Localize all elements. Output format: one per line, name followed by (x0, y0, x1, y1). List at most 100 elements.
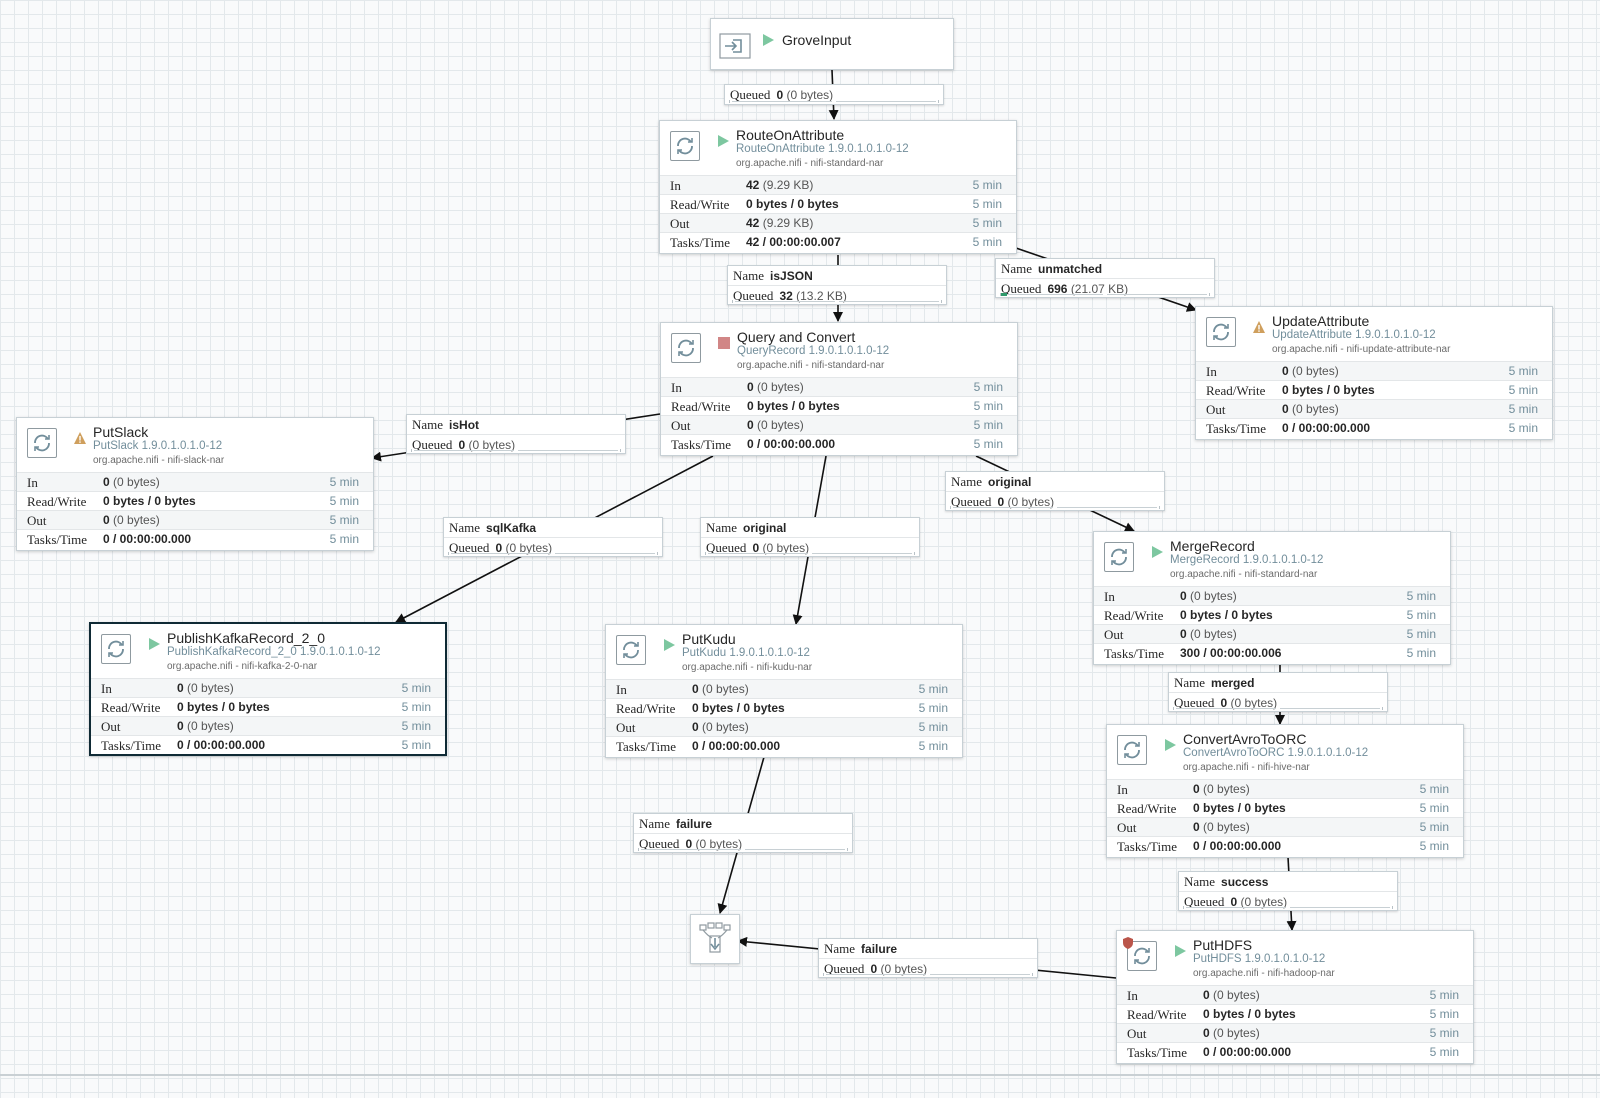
stat-label: In (616, 682, 627, 697)
connection-name-label: Name (733, 268, 765, 283)
processor-orc[interactable]: ConvertAvroToORC ConvertAvroToORC 1.9.0.1… (1106, 724, 1464, 858)
stat-row: In 0 (0 bytes) 5 min (17, 472, 373, 491)
connection-c-ishot[interactable]: Name isHot Queued 0 (0 bytes) (406, 414, 626, 454)
connection-name-label: Name (1184, 874, 1216, 889)
queue-bar-track (641, 849, 741, 850)
stat-value-size: (0 bytes) (1190, 589, 1237, 603)
processor-type: MergeRecord 1.9.0.1.0.1.0-12 (1170, 554, 1324, 566)
stat-window: 5 min (1406, 627, 1436, 641)
stat-value-main: 0 (177, 719, 184, 733)
processor-type: PutKudu 1.9.0.1.0.1.0-12 (682, 647, 810, 659)
flow-canvas[interactable]: GroveInput RouteOnAttribute RouteOnAttrib… (0, 0, 1600, 1098)
connection-c-unmatched[interactable]: Name unmatched Queued 696 (21.07 KB) (995, 258, 1215, 298)
stat-value-main: 300 / 00:00:00.006 (1180, 646, 1282, 660)
connection-c-original-mid[interactable]: Name original Queued 0 (0 bytes) (700, 517, 920, 557)
stat-row: In 0 (0 bytes) 5 min (1117, 985, 1473, 1004)
stat-value: 0 bytes / 0 bytes (103, 492, 196, 511)
processor-stats: In 0 (0 bytes) 5 min Read/Write 0 bytes / 0 … (1117, 985, 1473, 1061)
connection-c-isjson[interactable]: Name isJSON Queued 32 (13.2 KB) (727, 265, 947, 305)
stat-value: 0 bytes / 0 bytes (747, 397, 840, 416)
stat-value-main: 0 bytes / 0 bytes (1193, 801, 1286, 815)
processor-kafka[interactable]: PublishKafkaRecord_2_0 PublishKafkaRecord… (89, 622, 447, 756)
stat-value-main: 0 / 00:00:00.000 (1203, 1045, 1292, 1059)
stat-label: Tasks/Time (1104, 646, 1165, 661)
connection-name-row: Name unmatched (996, 259, 1214, 278)
stat-window: 5 min (1508, 364, 1538, 378)
queue-progress-bar (823, 973, 1033, 976)
stat-row: Read/Write 0 bytes / 0 bytes 5 min (1117, 1004, 1473, 1023)
queue-bar-track (1003, 294, 1103, 295)
stat-label: In (671, 380, 682, 395)
stat-label: Tasks/Time (670, 235, 731, 250)
processor-merge[interactable]: MergeRecord MergeRecord 1.9.0.1.0.1.0-12 o… (1093, 531, 1451, 665)
stat-value: 0 (0 bytes) (692, 680, 749, 699)
queue-bar-track (836, 101, 936, 102)
processor-name: PublishKafkaRecord_2_0 (167, 630, 325, 646)
running-icon (1165, 739, 1176, 751)
processor-gear-icon (108, 640, 124, 658)
processor-stats: In 42 (9.29 KB) 5 min Read/Write 0 bytes / 0… (660, 175, 1016, 251)
stat-label: Tasks/Time (1206, 421, 1267, 436)
connection-c-failure-hdfs[interactable]: Name failure Queued 0 (0 bytes) (818, 938, 1038, 978)
warning-icon (74, 432, 86, 444)
stat-label: Tasks/Time (671, 437, 732, 452)
processor-query[interactable]: Query and Convert QueryRecord 1.9.0.1.0.1… (660, 322, 1018, 456)
processor-header: MergeRecord MergeRecord 1.9.0.1.0.1.0-12 o… (1094, 532, 1450, 586)
stat-value-main: 0 / 00:00:00.000 (177, 738, 266, 752)
connection-name-row: Name sqlKafka (444, 518, 662, 537)
processor-slack[interactable]: PutSlack PutSlack 1.9.0.1.0.1.0-12 org.apa… (16, 417, 374, 551)
connection-name: original (988, 475, 1032, 489)
queue-bar-track (732, 101, 832, 102)
queue-bar-track (812, 553, 912, 554)
stat-label: Tasks/Time (616, 739, 677, 754)
connection-c-grove[interactable]: Queued 0 (0 bytes) (724, 84, 944, 105)
connection-c-merged[interactable]: Name merged Queued 0 (0 bytes) (1168, 672, 1388, 712)
processor-name: UpdateAttribute (1272, 313, 1370, 329)
connection-c-sqlkafka[interactable]: Name sqlKafka Queued 0 (0 bytes) (443, 517, 663, 557)
stat-window: 5 min (1508, 383, 1538, 397)
queue-progress-bar (1183, 906, 1393, 909)
input-port-groveinput[interactable]: GroveInput (710, 18, 954, 70)
processor-header: Query and Convert QueryRecord 1.9.0.1.0.1… (661, 323, 1017, 377)
stat-row: Read/Write 0 bytes / 0 bytes 5 min (1107, 798, 1463, 817)
stat-window: 5 min (918, 682, 948, 696)
queue-bar-track (1107, 294, 1207, 295)
processor-route[interactable]: RouteOnAttribute RouteOnAttribute 1.9.0.1… (659, 120, 1017, 254)
queue-bar-track (826, 974, 926, 975)
connection-c-success[interactable]: Name success Queued 0 (0 bytes) (1178, 871, 1398, 911)
connection-queued-row: Queued 696 (21.07 KB) (996, 278, 1214, 297)
stat-value-size: (0 bytes) (1213, 988, 1260, 1002)
stat-value: 0 (0 bytes) (1282, 362, 1339, 381)
queue-bar-track (839, 301, 939, 302)
queue-bar-track (1290, 907, 1390, 908)
processor-kudu[interactable]: PutKudu PutKudu 1.9.0.1.0.1.0-12 org.apach… (605, 624, 963, 758)
connection-c-original-right[interactable]: Name original Queued 0 (0 bytes) (945, 471, 1165, 511)
stat-label: Tasks/Time (101, 738, 162, 753)
processor-header: ConvertAvroToORC ConvertAvroToORC 1.9.0.1… (1107, 725, 1463, 779)
stat-value-main: 0 (1193, 782, 1200, 796)
processor-name: PutKudu (682, 631, 736, 647)
processor-stats: In 0 (0 bytes) 5 min Read/Write 0 bytes / 0 … (17, 472, 373, 548)
processor-bundle: org.apache.nifi - nifi-hadoop-nar (1193, 968, 1335, 979)
stat-value: 0 (0 bytes) (103, 511, 160, 530)
stat-value-main: 0 bytes / 0 bytes (1180, 608, 1273, 622)
stat-value-size: (9.29 KB) (762, 178, 814, 192)
processor-hdfs[interactable]: PutHDFS PutHDFS 1.9.0.1.0.1.0-12 org.apach… (1116, 930, 1474, 1064)
funnel[interactable] (690, 914, 740, 964)
running-icon (149, 638, 160, 650)
stat-value-main: 0 bytes / 0 bytes (746, 197, 839, 211)
stat-window: 5 min (973, 399, 1003, 413)
connection-c-failure-kudu[interactable]: Name failure Queued 0 (0 bytes) (633, 813, 853, 853)
processor-icon (616, 635, 646, 665)
stat-label: Tasks/Time (27, 532, 88, 547)
processor-bundle: org.apache.nifi - nifi-kudu-nar (682, 662, 813, 673)
processor-header: PutSlack PutSlack 1.9.0.1.0.1.0-12 org.apa… (17, 418, 373, 472)
connection-name-row: Name success (1179, 872, 1397, 891)
stat-value: 0 (0 bytes) (1180, 587, 1237, 606)
stat-row: Read/Write 0 bytes / 0 bytes 5 min (91, 697, 445, 716)
port-name: GroveInput (782, 32, 852, 48)
processor-update[interactable]: UpdateAttribute UpdateAttribute 1.9.0.1.0… (1195, 306, 1553, 440)
connection-name-label: Name (824, 941, 856, 956)
stat-value-size: (0 bytes) (187, 719, 234, 733)
restricted-shield-icon (1123, 937, 1133, 949)
